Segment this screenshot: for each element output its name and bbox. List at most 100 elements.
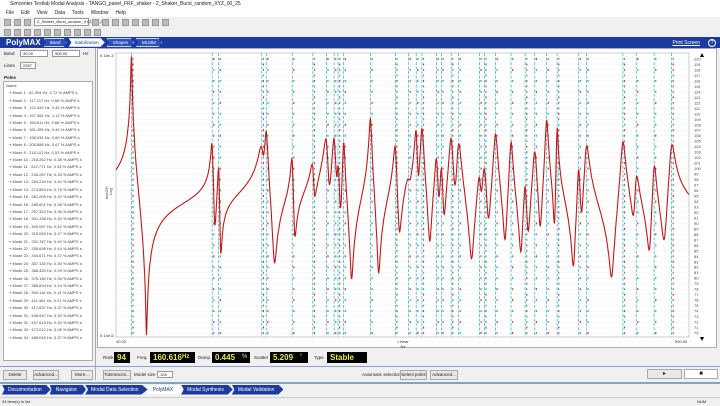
new-icon[interactable]: [4, 18, 11, 26]
pole-item[interactable]: ⇢ Mode 27 : 385.694 Hz, 0.24 % AMPS s: [4, 282, 92, 289]
menu-data[interactable]: Data: [54, 9, 65, 17]
menu-edit[interactable]: Edit: [21, 9, 30, 17]
tool-icon[interactable]: [34, 28, 41, 36]
pole-marker: [442, 277, 444, 280]
more-button[interactable]: More...: [71, 370, 93, 380]
tool-icon[interactable]: [54, 28, 61, 36]
band-from-input[interactable]: 40.00: [20, 50, 48, 57]
pole-marker: [452, 282, 454, 285]
nav-navigator[interactable]: Navigator: [49, 384, 87, 395]
delete-icon[interactable]: [102, 18, 109, 26]
cut-icon[interactable]: [92, 18, 99, 26]
advanced-button[interactable]: Advanced...: [33, 370, 59, 380]
nav-modal-data-selection[interactable]: Modal Data Selection: [85, 384, 148, 395]
pole-item[interactable]: ⇢ Mode 16 : 285.601 Hz, 0.38 % AMPS s: [4, 201, 92, 208]
pole-item[interactable]: ⇢ Mode 13 : 264.234 Hz, 0.40 % AMPS s: [4, 178, 92, 185]
pole-item[interactable]: ⇢ Mode 14 : 274.884 Hz, 0.76 % AMPS s: [4, 186, 92, 193]
step-mlmm[interactable]: MLMM: [136, 38, 162, 47]
pole-item[interactable]: ⇢ Mode 24 : 357.130 Hz, 0.30 % AMPS s: [4, 260, 92, 267]
tool-icon[interactable]: [94, 28, 101, 36]
pole-item[interactable]: ⇢ Mode 18 : 301.268 Hz, 0.32 % AMPS s: [4, 215, 92, 222]
copy-icon[interactable]: [122, 18, 129, 26]
pole-item[interactable]: ⇢ Mode 26 : 376.180 Hz, 0.35 % AMPS s: [4, 275, 92, 282]
pole-item[interactable]: ⇢ Mode 7 : 198.034 Hz, 0.60 % AMPS s: [4, 134, 92, 141]
pole-item[interactable]: ⇢ Mode 23 : 344.671 Hz, 0.37 % AMPS s: [4, 252, 92, 259]
print-screen-link[interactable]: Print Screen: [672, 40, 700, 46]
pole-item[interactable]: ⇢ Mode 10 : 218.262 Hz, 0.38 % AMPS s: [4, 156, 92, 163]
tool-icon[interactable]: [74, 28, 81, 36]
pole-item[interactable]: ⇢ Mode 25 : 368.450 Hz, 0.29 % AMPS s: [4, 267, 92, 274]
advanced-selection-button[interactable]: Advanced...: [430, 370, 458, 380]
pole-item[interactable]: ⇢ Mode 33 : 472.012 Hz, 0.26 % AMPS s: [4, 326, 92, 333]
menu-tools[interactable]: Tools: [72, 9, 84, 17]
chart-svg[interactable]: 1201191181171161151141131121111101091081…: [98, 49, 718, 349]
pole-marker: [327, 200, 329, 203]
step-band[interactable]: Band: [44, 38, 67, 47]
pole-marker: [335, 233, 337, 236]
tool-icon[interactable]: [64, 28, 71, 36]
nav-polymax[interactable]: PolyMAX: [146, 384, 183, 395]
tool-icon[interactable]: [14, 28, 21, 36]
help-icon[interactable]: ?: [708, 38, 716, 47]
pole-item[interactable]: ⇢ Mode 31 : 446.947 Hz, 0.33 % AMPS s: [4, 312, 92, 319]
pole-marker: [344, 288, 346, 291]
pole-item[interactable]: ⇢ Mode 20 : 315.083 Hz, 0.47 % AMPS s: [4, 230, 92, 237]
play-button[interactable]: ▸: [647, 369, 682, 379]
pole-item[interactable]: ⇢ Mode 1 : 52.394 Hz, 0.72 % AMPS s: [4, 89, 92, 96]
nav-modal-validation[interactable]: Modal Validation: [231, 384, 284, 395]
pole-item[interactable]: ⇢ Mode 5 : 160.611 Hz, 0.66 % AMPS s: [4, 119, 92, 126]
pole-marker: [396, 216, 398, 219]
nav-modal-synthesis[interactable]: Modal Synthesis: [181, 384, 233, 395]
add-icon[interactable]: [112, 18, 119, 26]
paste-icon[interactable]: [132, 18, 139, 26]
select-poles-button[interactable]: Select poles: [400, 370, 427, 380]
pole-item[interactable]: ⇢ Mode 15 : 281.005 Hz, 0.32 % AMPS s: [4, 193, 92, 200]
pole-item[interactable]: ⇢ Mode 11 : 222.771 Hz, 0.33 % AMPS s: [4, 163, 92, 170]
save-icon[interactable]: [24, 18, 31, 26]
pole-marker: [623, 244, 626, 247]
tolerances-button[interactable]: Tolerances...: [103, 370, 131, 380]
menu-file[interactable]: File: [6, 9, 14, 17]
stop-button[interactable]: ■: [684, 369, 718, 379]
pole-marker: [417, 277, 419, 280]
pole-item[interactable]: ⇢ Mode 8 : 208.888 Hz, 0.67 % AMPS s: [4, 141, 92, 148]
nav-documentation[interactable]: Documentation: [2, 384, 51, 395]
open-icon[interactable]: [14, 18, 21, 26]
tool-icon[interactable]: [44, 28, 51, 36]
pole-item[interactable]: ⇢ Mode 28 : 394.116 Hz, 0.14 % AMPS s: [4, 289, 92, 296]
menu-help[interactable]: Help: [115, 9, 125, 17]
print-icon[interactable]: [152, 18, 159, 26]
pole-item[interactable]: ⇢ Mode 2 : 117.217 Hz, 0.66 % AMPS s: [4, 97, 92, 104]
pole-item[interactable]: ⇢ Mode 22 : 335.698 Hz, 0.44 % AMPS s: [4, 245, 92, 252]
menu-window[interactable]: Window: [91, 9, 109, 17]
tool-icon[interactable]: [24, 28, 31, 36]
menu-view[interactable]: View: [37, 9, 48, 17]
stabilization-chart[interactable]: 120 119 118 117 116 115 114 113 112 111 110 109 108 1…: [97, 48, 718, 349]
step-stabilization[interactable]: Stabilization: [68, 38, 105, 47]
model-size-input[interactable]: 128: [157, 371, 173, 378]
pole-item[interactable]: ⇢ Mode 29 : 411.461 Hz, 0.21 % AMPS s: [4, 297, 92, 304]
pole-item[interactable]: ⇢ Mode 6 : 181.455 Hz, 0.46 % AMPS s: [4, 126, 92, 133]
step-shapes[interactable]: Shapes: [106, 38, 135, 47]
delete-button[interactable]: Delete: [3, 370, 27, 380]
pole-item[interactable]: ⇢ Mode 34 : 486.045 Hz, 0.37 % AMPS s: [4, 334, 92, 341]
pole-item[interactable]: ⇢ Mode 30 : 417.637 Hz, 0.37 % AMPS s: [4, 304, 92, 311]
pole-item[interactable]: ⇢ Mode 4 : 157.064 Hz, 1.13 % AMPS s: [4, 112, 92, 119]
help-pointer-icon[interactable]: [162, 18, 169, 26]
preview-icon[interactable]: [142, 18, 149, 26]
pole-marker: [396, 211, 398, 214]
pole-item[interactable]: ⇢ Mode 12 : 244.287 Hz, 0.33 % AMPS s: [4, 171, 92, 178]
section-combo[interactable]: 2_Shaker_Burst_random_XYZ_00_2: [34, 18, 103, 26]
pole-item[interactable]: ⇢ Mode 32 : 457.619 Hz, 0.32 % AMPS s: [4, 319, 92, 326]
pole-item[interactable]: ⇢ Mode 19 : 309.087 Hz, 0.42 % AMPS s: [4, 223, 92, 230]
tool-icon[interactable]: [84, 28, 91, 36]
poles-list[interactable]: Name ⇢ Mode 1 : 52.394 Hz, 0.72 % AMPS s…: [3, 81, 93, 361]
band-to-input[interactable]: 500.00: [52, 50, 80, 57]
right-axis-tick: 94: [694, 199, 699, 204]
pole-item[interactable]: ⇢ Mode 21 : 331.767 Hz, 0.40 % AMPS s: [4, 238, 92, 245]
pole-item[interactable]: ⇢ Mode 17 : 297.322 Hz, 0.36 % AMPS s: [4, 208, 92, 215]
pole-item[interactable]: ⇢ Mode 9 : 215.112 Hz, 0.53 % AMPS s: [4, 149, 92, 156]
pole-item[interactable]: ⇢ Mode 3 : 122.443 Hz, 0.45 % AMPS s: [4, 104, 92, 111]
tool-icon[interactable]: [4, 28, 11, 36]
pole-marker: [579, 310, 581, 313]
